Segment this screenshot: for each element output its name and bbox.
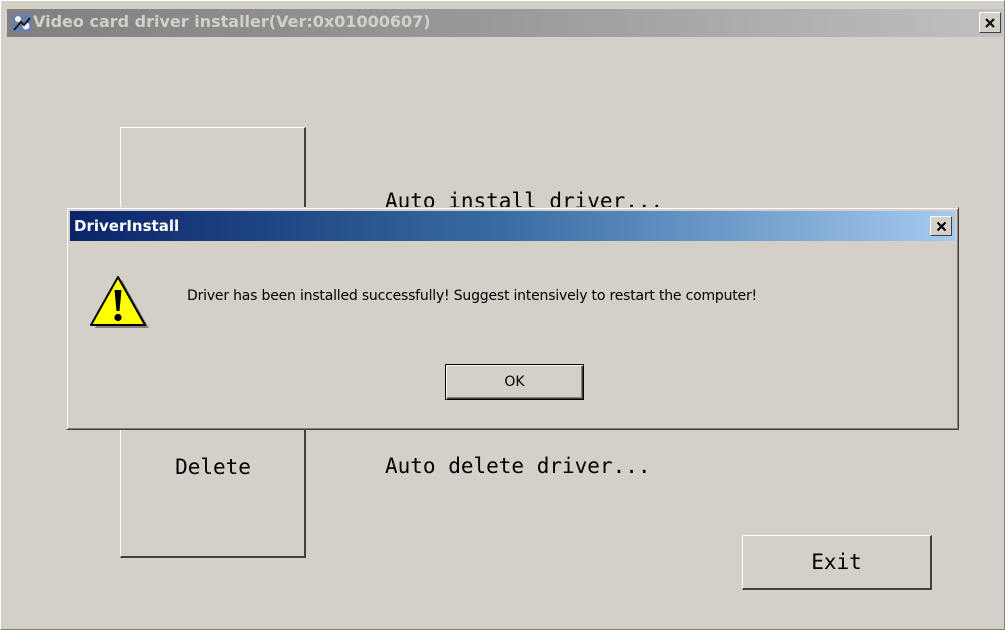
close-icon	[936, 221, 946, 231]
window-title: Video card driver installer(Ver:0x010006…	[33, 12, 431, 31]
dialog-title: DriverInstall	[74, 217, 180, 235]
installer-app-icon	[12, 14, 32, 32]
close-icon	[985, 17, 995, 28]
delete-description: Auto delete driver...	[385, 454, 651, 478]
dialog-close-button[interactable]	[930, 216, 952, 236]
warning-icon	[90, 276, 149, 328]
ok-button[interactable]: OK	[445, 364, 584, 400]
delete-button-label: Delete	[175, 455, 251, 479]
dialog-message: Driver has been installed successfully! …	[187, 288, 757, 304]
driver-install-dialog: DriverInstall Driver has been installed …	[66, 207, 959, 430]
main-close-button[interactable]	[979, 12, 1001, 33]
dialog-titlebar[interactable]: DriverInstall	[70, 211, 955, 241]
main-titlebar[interactable]: Video card driver installer(Ver:0x010006…	[7, 9, 1003, 37]
exit-button[interactable]: Exit	[742, 535, 932, 590]
